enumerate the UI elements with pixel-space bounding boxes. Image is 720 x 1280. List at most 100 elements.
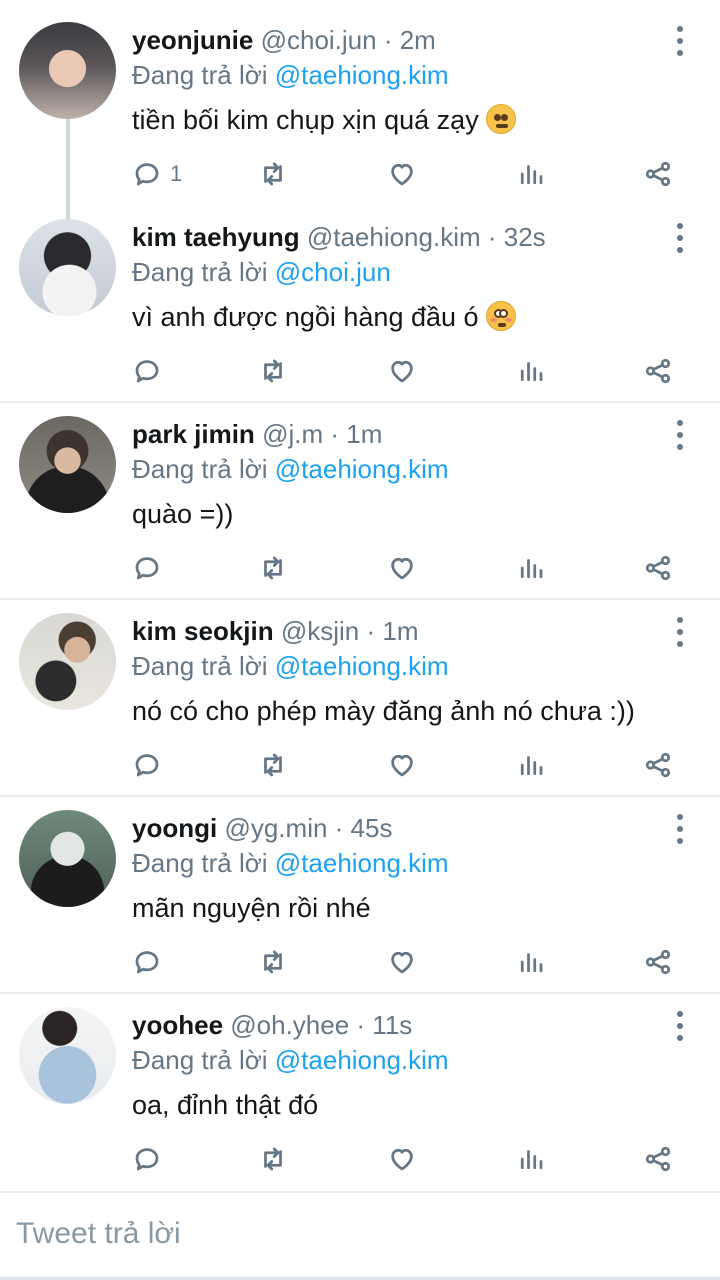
- heart-icon: [391, 1148, 413, 1171]
- analytics-button[interactable]: [516, 747, 546, 783]
- tweet[interactable]: yeonjunie @choi.jun · 2m Đang trả lời @t…: [0, 0, 720, 222]
- tweet[interactable]: yoohee @oh.yhee · 11s Đang trả lời @taeh…: [0, 985, 720, 1190]
- share-icon: [645, 555, 671, 581]
- mention-link[interactable]: @taehiong.kim: [275, 60, 449, 90]
- tweet-text-content: tiền bối kim chụp xịn quá zạy: [132, 105, 479, 135]
- retweet-button[interactable]: [258, 550, 288, 586]
- user-handle[interactable]: @ksjin: [281, 616, 359, 646]
- retweet-button[interactable]: [258, 944, 288, 980]
- user-handle[interactable]: @choi.jun: [261, 25, 377, 55]
- display-name[interactable]: yoongi: [132, 813, 217, 843]
- timestamp[interactable]: 45s: [351, 813, 393, 843]
- retweet-button[interactable]: [258, 156, 288, 192]
- avatar[interactable]: [19, 416, 116, 513]
- more-options-icon[interactable]: [672, 223, 688, 253]
- share-button[interactable]: [643, 1141, 673, 1177]
- display-name[interactable]: kim taehyung: [132, 222, 300, 252]
- tweet-text-content: vì anh được ngồi hàng đầu ó: [132, 302, 479, 332]
- display-name[interactable]: yoohee: [132, 1010, 223, 1040]
- like-button[interactable]: [387, 944, 417, 980]
- tweet[interactable]: yoongi @yg.min · 45s Đang trả lời @taehi…: [0, 788, 720, 993]
- analytics-button[interactable]: [516, 944, 546, 980]
- mention-link[interactable]: @taehiong.kim: [275, 651, 449, 681]
- heart-icon: [391, 557, 413, 580]
- avatar[interactable]: [19, 219, 116, 316]
- reply-icon: [135, 163, 159, 186]
- like-button[interactable]: [387, 550, 417, 586]
- reply-button[interactable]: 1: [132, 156, 182, 192]
- avatar[interactable]: [19, 22, 116, 119]
- timestamp[interactable]: 32s: [504, 222, 546, 252]
- mention-link[interactable]: @taehiong.kim: [275, 454, 449, 484]
- reply-button[interactable]: [132, 353, 170, 389]
- separator: ·: [359, 616, 383, 646]
- reply-button[interactable]: [132, 944, 170, 980]
- reply-button[interactable]: [132, 550, 170, 586]
- analytics-button[interactable]: [516, 353, 546, 389]
- heart-icon: [391, 163, 413, 186]
- reply-input[interactable]: Tweet trả lời: [16, 1217, 181, 1251]
- replying-to: Đang trả lời @taehiong.kim: [132, 847, 449, 879]
- replying-to-label: Đang trả lời: [132, 651, 275, 681]
- timestamp[interactable]: 1m: [346, 419, 382, 449]
- tweet[interactable]: kim seokjin @ksjin · 1m Đang trả lời @ta…: [0, 591, 720, 796]
- separator: ·: [376, 25, 400, 55]
- analytics-button[interactable]: [516, 1141, 546, 1177]
- reply-button[interactable]: [132, 1141, 170, 1177]
- analytics-button[interactable]: [516, 156, 546, 192]
- timestamp[interactable]: 2m: [400, 25, 436, 55]
- retweet-button[interactable]: [258, 1141, 288, 1177]
- reply-button[interactable]: [132, 747, 170, 783]
- tweet[interactable]: kim taehyung @taehiong.kim · 32s Đang tr…: [0, 197, 720, 402]
- more-options-icon[interactable]: [672, 1011, 688, 1041]
- mention-link[interactable]: @taehiong.kim: [275, 1045, 449, 1075]
- reply-icon: [135, 1148, 159, 1171]
- user-handle[interactable]: @oh.yhee: [230, 1010, 349, 1040]
- analytics-button[interactable]: [516, 550, 546, 586]
- display-name[interactable]: yeonjunie: [132, 25, 253, 55]
- tweet-text: mãn nguyện rồi nhé: [132, 893, 371, 923]
- user-handle[interactable]: @j.m: [262, 419, 323, 449]
- more-options-icon[interactable]: [672, 617, 688, 647]
- reply-icon: [135, 360, 159, 383]
- share-icon: [645, 752, 671, 778]
- share-button[interactable]: [643, 747, 673, 783]
- share-button[interactable]: [643, 353, 673, 389]
- avatar[interactable]: [19, 1007, 116, 1104]
- timestamp[interactable]: 11s: [372, 1010, 412, 1040]
- tweet-text: oa, đỉnh thật đó: [132, 1090, 319, 1120]
- mention-link[interactable]: @choi.jun: [275, 257, 391, 287]
- display-name[interactable]: kim seokjin: [132, 616, 274, 646]
- avatar[interactable]: [19, 613, 116, 710]
- share-icon: [645, 949, 671, 975]
- timestamp[interactable]: 1m: [382, 616, 418, 646]
- reply-icon: [135, 557, 159, 580]
- user-handle[interactable]: @yg.min: [224, 813, 327, 843]
- tweet-actions: [0, 940, 720, 984]
- replying-to-label: Đang trả lời: [132, 257, 275, 287]
- reply-icon: [135, 754, 159, 777]
- display-name[interactable]: park jimin: [132, 419, 255, 449]
- tweet[interactable]: park jimin @j.m · 1m Đang trả lời @taehi…: [0, 394, 720, 599]
- like-button[interactable]: [387, 353, 417, 389]
- like-button[interactable]: [387, 156, 417, 192]
- heart-icon: [391, 951, 413, 974]
- more-options-icon[interactable]: [672, 26, 688, 56]
- like-button[interactable]: [387, 1141, 417, 1177]
- retweet-button[interactable]: [258, 747, 288, 783]
- share-button[interactable]: [643, 944, 673, 980]
- confounded-face-emoji-icon: [486, 104, 517, 134]
- mention-link[interactable]: @taehiong.kim: [275, 848, 449, 878]
- more-options-icon[interactable]: [672, 814, 688, 844]
- user-handle[interactable]: @taehiong.kim: [307, 222, 481, 252]
- tweet-actions: [0, 546, 720, 590]
- like-button[interactable]: [387, 747, 417, 783]
- reply-compose-bar[interactable]: Tweet trả lời: [0, 1191, 720, 1280]
- share-button[interactable]: [643, 156, 673, 192]
- share-icon: [645, 161, 671, 187]
- avatar[interactable]: [19, 810, 116, 907]
- more-options-icon[interactable]: [672, 420, 688, 450]
- retweet-button[interactable]: [258, 353, 288, 389]
- tweet-text: vì anh được ngồi hàng đầu ó: [132, 299, 517, 335]
- share-button[interactable]: [643, 550, 673, 586]
